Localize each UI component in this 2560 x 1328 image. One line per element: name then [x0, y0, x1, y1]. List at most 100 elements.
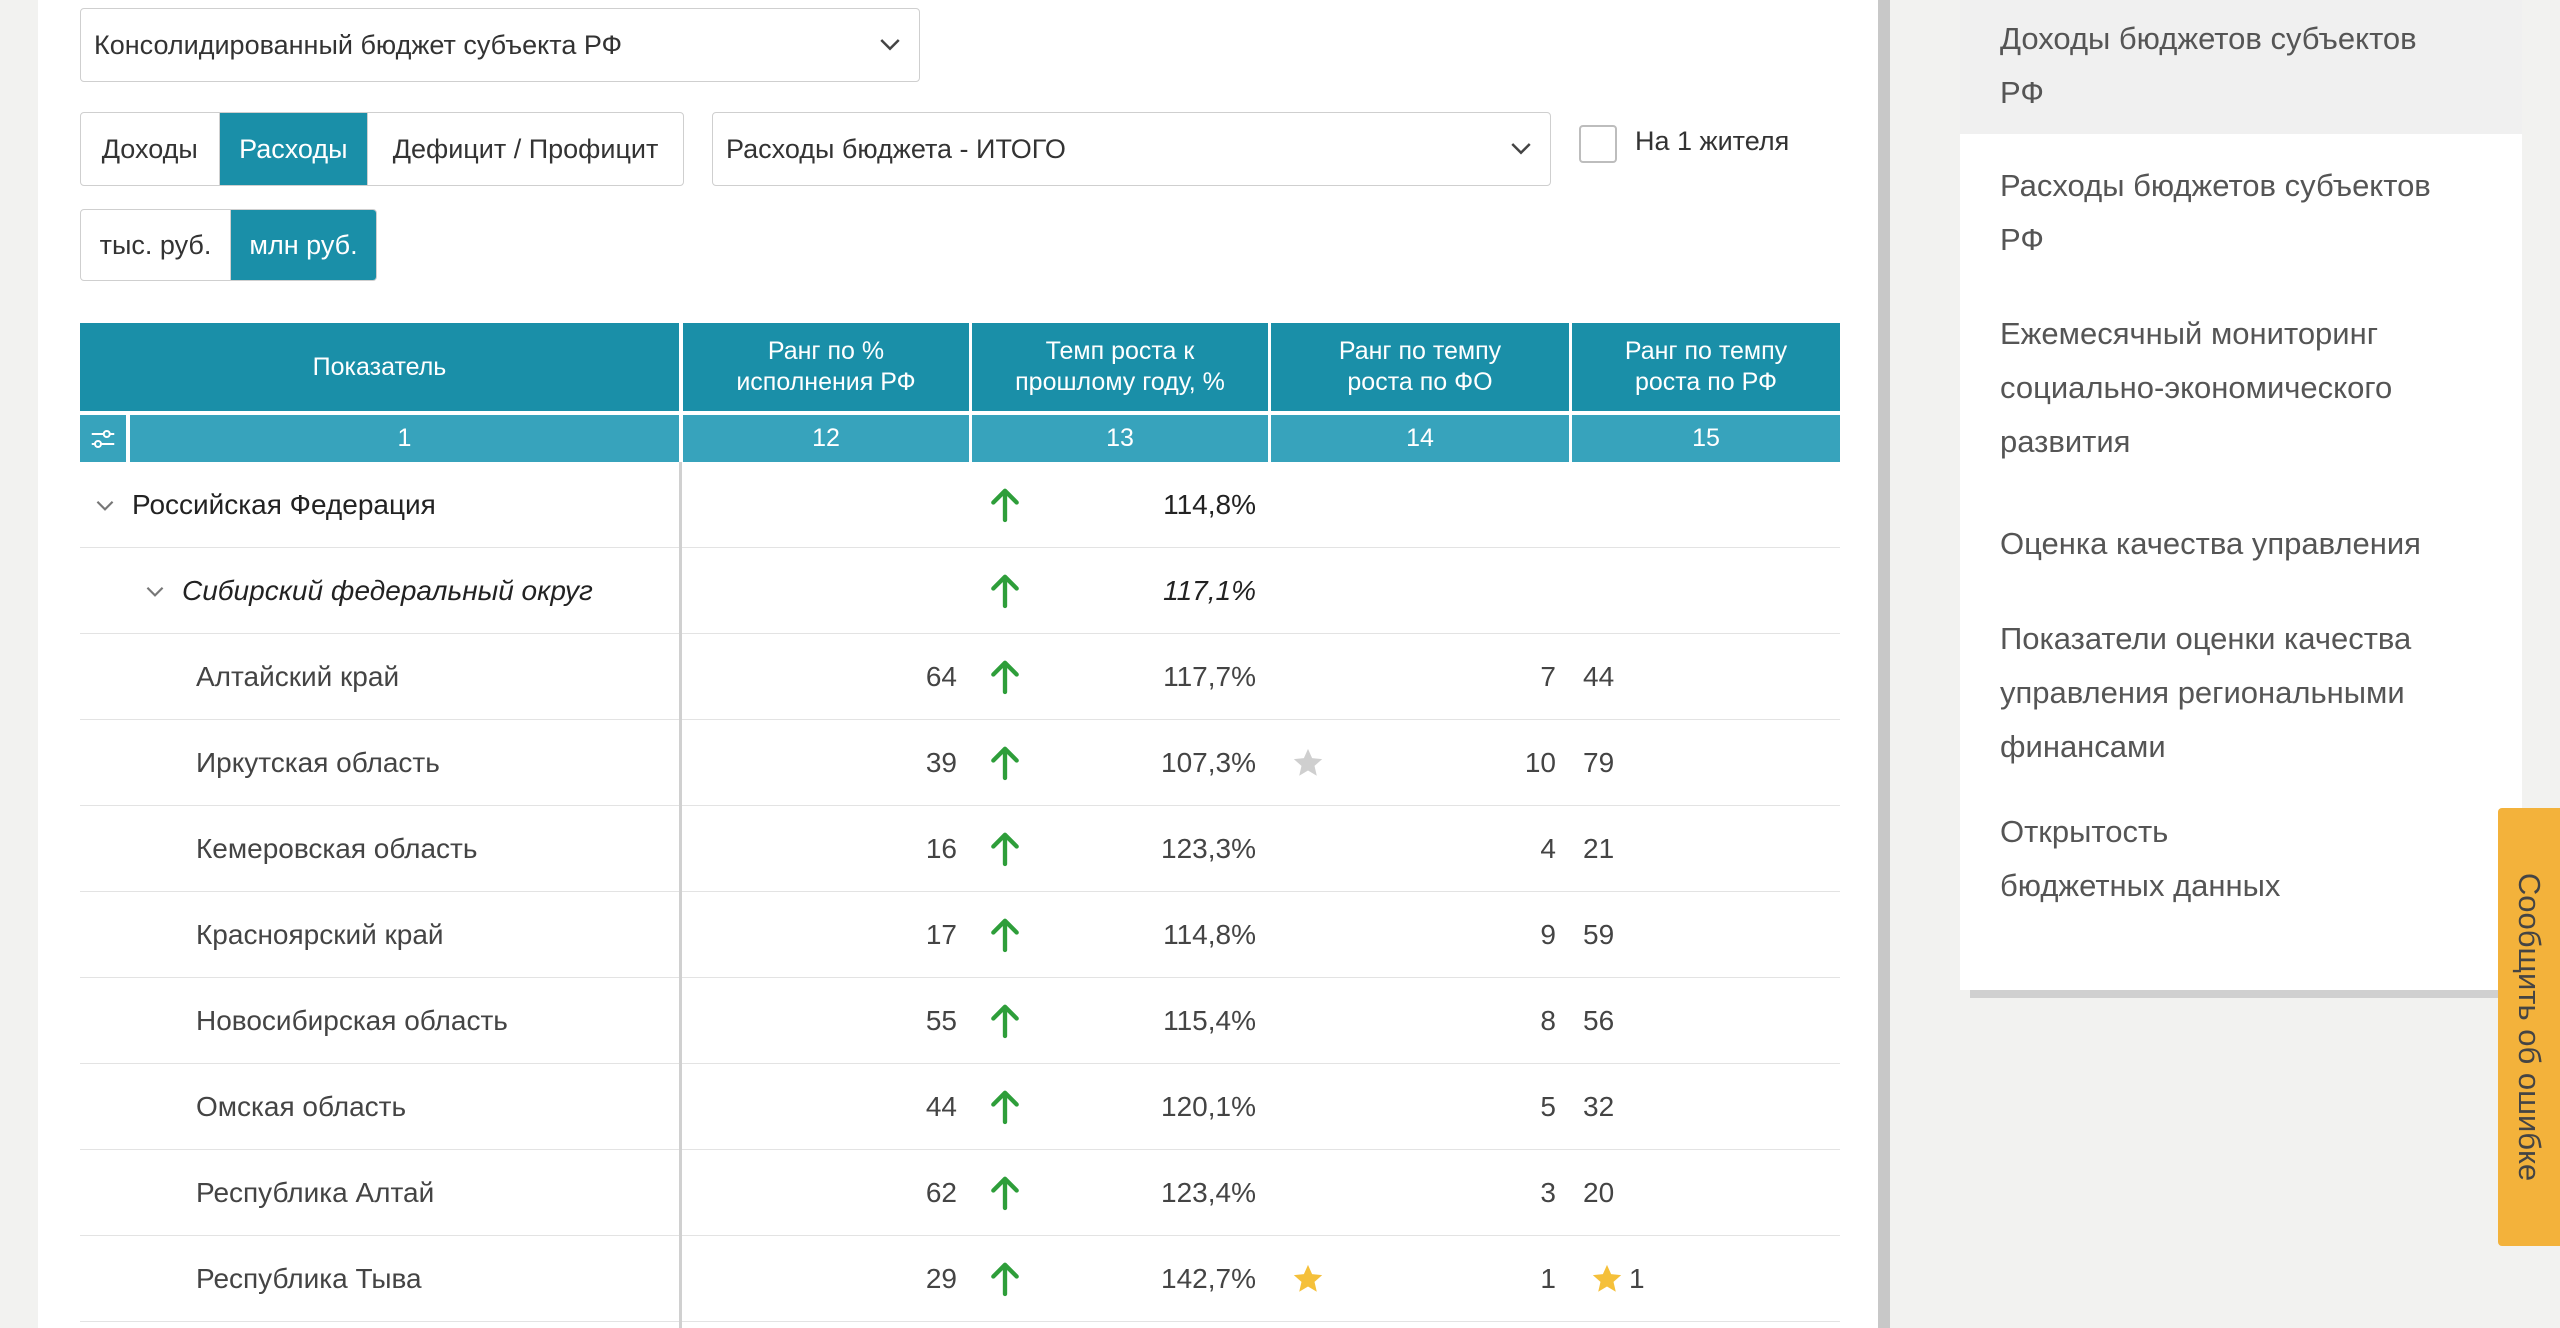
indicator-select[interactable]: Расходы бюджета - ИТОГО	[712, 112, 1551, 186]
sidebar-item[interactable]: Показатели оценки качества управления рег…	[1960, 600, 2522, 774]
table-row[interactable]: Кемеровская область 16 123,3% 4 21	[80, 806, 1840, 892]
rank-rf-value: 21	[1583, 833, 1615, 864]
per-capita-label: На 1 жителя	[1635, 126, 1790, 156]
star-icon	[1291, 1262, 1325, 1296]
row-name: Кемеровская область	[196, 833, 478, 864]
rank-exec-value: 44	[925, 1091, 957, 1122]
rank-exec-value: 17	[925, 919, 957, 950]
sidebar-item-label: развития	[2000, 424, 2131, 459]
tab-thousand-rub[interactable]: тыс. руб.	[81, 210, 231, 280]
sidebar-item-label: социально-экономического	[2000, 370, 2393, 405]
sidebar-item-label: РФ	[2000, 222, 2044, 257]
rank-rf-value: 32	[1583, 1091, 1615, 1122]
rank-exec-value	[680, 548, 957, 634]
star-icon	[1590, 1262, 1624, 1296]
budget-select[interactable]: Консолидированный бюджет субъекта РФ	[80, 8, 920, 82]
growth-value: 123,4%	[1161, 1177, 1256, 1208]
sidebar-item-label: Расходы бюджетов субъектов	[2000, 168, 2431, 203]
rank-rf-value: 20	[1583, 1177, 1615, 1208]
type-tabs: Доходы Расходы Дефицит / Профицит	[80, 112, 684, 186]
row-name: Красноярский край	[196, 919, 444, 950]
table-row[interactable]: Красноярский край 17 114,8% 9 59	[80, 892, 1840, 978]
header-growth[interactable]: Темп роста к прошлому году, %	[972, 323, 1268, 411]
chevron-down-icon	[880, 39, 900, 51]
arrow-up-icon	[985, 1086, 1025, 1128]
rank-rf-value: 59	[1583, 919, 1615, 950]
rank-fo-value: 7	[1540, 661, 1556, 692]
tab-deficit[interactable]: Дефицит / Профицит	[368, 113, 683, 185]
row-name: Сибирский федеральный округ	[182, 575, 593, 606]
table-row[interactable]: Республика Тыва 29 142,7% 1 1	[80, 1236, 1840, 1322]
row-name: Алтайский край	[196, 661, 400, 692]
arrow-up-icon	[985, 1172, 1025, 1214]
arrow-up-icon	[985, 914, 1025, 956]
column-settings-button[interactable]	[80, 415, 126, 462]
table-row[interactable]: Российская Федерация 114,8%	[80, 462, 1840, 548]
rank-exec-value: 39	[925, 747, 957, 778]
growth-value: 117,7%	[1163, 661, 1256, 692]
colnum-rank-exec: 12	[683, 415, 969, 462]
sidebar-item-label: Открытость	[2000, 814, 2169, 849]
sidebar-shadow	[1970, 990, 2530, 998]
header-rank-fo[interactable]: Ранг по темпу роста по ФО	[1271, 323, 1569, 411]
sidebar-item[interactable]: Доходы бюджетов субъектов РФ	[1960, 0, 2522, 134]
table-row[interactable]: Новосибирская область 55 115,4% 8 56	[80, 978, 1840, 1064]
arrow-up-icon	[985, 484, 1025, 526]
growth-value: 114,8%	[1163, 489, 1256, 520]
row-name: Республика Алтай	[196, 1177, 435, 1208]
rank-exec-value: 64	[925, 661, 957, 692]
report-error-button[interactable]: Сообщить об ошибке	[2498, 808, 2560, 1246]
row-name: Иркутская область	[196, 747, 440, 778]
per-capita-checkbox[interactable]	[1579, 125, 1617, 163]
sidebar-item[interactable]: Оценка качества управления	[1960, 505, 2522, 571]
sidebar-item-label: Доходы бюджетов субъектов	[2000, 21, 2417, 56]
row-name: Российская Федерация	[132, 489, 436, 520]
header-indicator[interactable]: Показатель	[80, 323, 679, 411]
collapse-icon[interactable]	[142, 578, 168, 604]
sidebar-item[interactable]: Открытость бюджетных данных	[1960, 793, 2522, 913]
rank-rf-value: 44	[1583, 661, 1615, 692]
sidebar-item-label: финансами	[2000, 729, 2166, 764]
table-row[interactable]: Республика Алтай 62 123,4% 3 20	[80, 1150, 1840, 1236]
sidebar-item-label: бюджетных данных	[2000, 868, 2281, 903]
rank-exec-value	[680, 462, 957, 548]
sidebar-item-label: Показатели оценки качества	[2000, 621, 2412, 656]
budget-select-value: Консолидированный бюджет субъекта РФ	[94, 29, 623, 60]
rank-fo-value: 5	[1540, 1091, 1556, 1122]
arrow-up-icon	[985, 828, 1025, 870]
rank-fo-value: 4	[1540, 833, 1556, 864]
sidebar-item-label: РФ	[2000, 75, 2044, 110]
sliders-icon	[91, 429, 115, 448]
table-row[interactable]: Сибирский федеральный округ 117,1%	[80, 548, 1840, 634]
collapse-icon[interactable]	[92, 492, 118, 518]
frozen-column-divider	[679, 462, 682, 1328]
growth-value: 107,3%	[1161, 747, 1256, 778]
growth-value: 115,4%	[1163, 1005, 1256, 1036]
table-row[interactable]: Омская область 44 120,1% 5 32	[80, 1064, 1840, 1150]
rank-rf-value: 79	[1583, 747, 1615, 778]
header-rank-rf[interactable]: Ранг по темпу роста по РФ	[1572, 323, 1840, 411]
rank-rf-value: 1	[1629, 1263, 1645, 1294]
tab-income[interactable]: Доходы	[81, 113, 220, 185]
rank-exec-value: 62	[925, 1177, 957, 1208]
row-name: Республика Тыва	[196, 1263, 422, 1294]
header-rank-exec[interactable]: Ранг по % исполнения РФ	[683, 323, 969, 411]
sidebar-item[interactable]: Расходы бюджетов субъектов РФ	[1960, 147, 2522, 267]
rank-fo-value	[1480, 462, 1556, 548]
rank-fo-value: 10	[1524, 747, 1556, 778]
tab-expenses[interactable]: Расходы	[219, 113, 369, 185]
row-name: Омская область	[196, 1091, 407, 1122]
rank-exec-value: 29	[925, 1263, 957, 1294]
sidebar-item-label: управления региональными	[2000, 675, 2405, 710]
chevron-down-icon	[1511, 143, 1531, 155]
sidebar-item[interactable]: Ежемесячный мониторинг социально-экономич…	[1960, 295, 2522, 469]
report-error-label: Сообщить об ошибке	[2512, 872, 2547, 1182]
indicator-select-value: Расходы бюджета - ИТОГО	[726, 133, 1066, 164]
table-row[interactable]: Алтайский край 64 117,7% 7 44	[80, 634, 1840, 720]
rank-fo-value: 1	[1540, 1263, 1556, 1294]
tab-million-rub[interactable]: млн руб.	[230, 210, 376, 280]
colnum-rank-rf: 15	[1572, 415, 1840, 462]
colnum-indicator: 1	[130, 415, 679, 462]
growth-value: 114,8%	[1163, 919, 1256, 950]
table-row[interactable]: Иркутская область 39 107,3% 10 79	[80, 720, 1840, 806]
